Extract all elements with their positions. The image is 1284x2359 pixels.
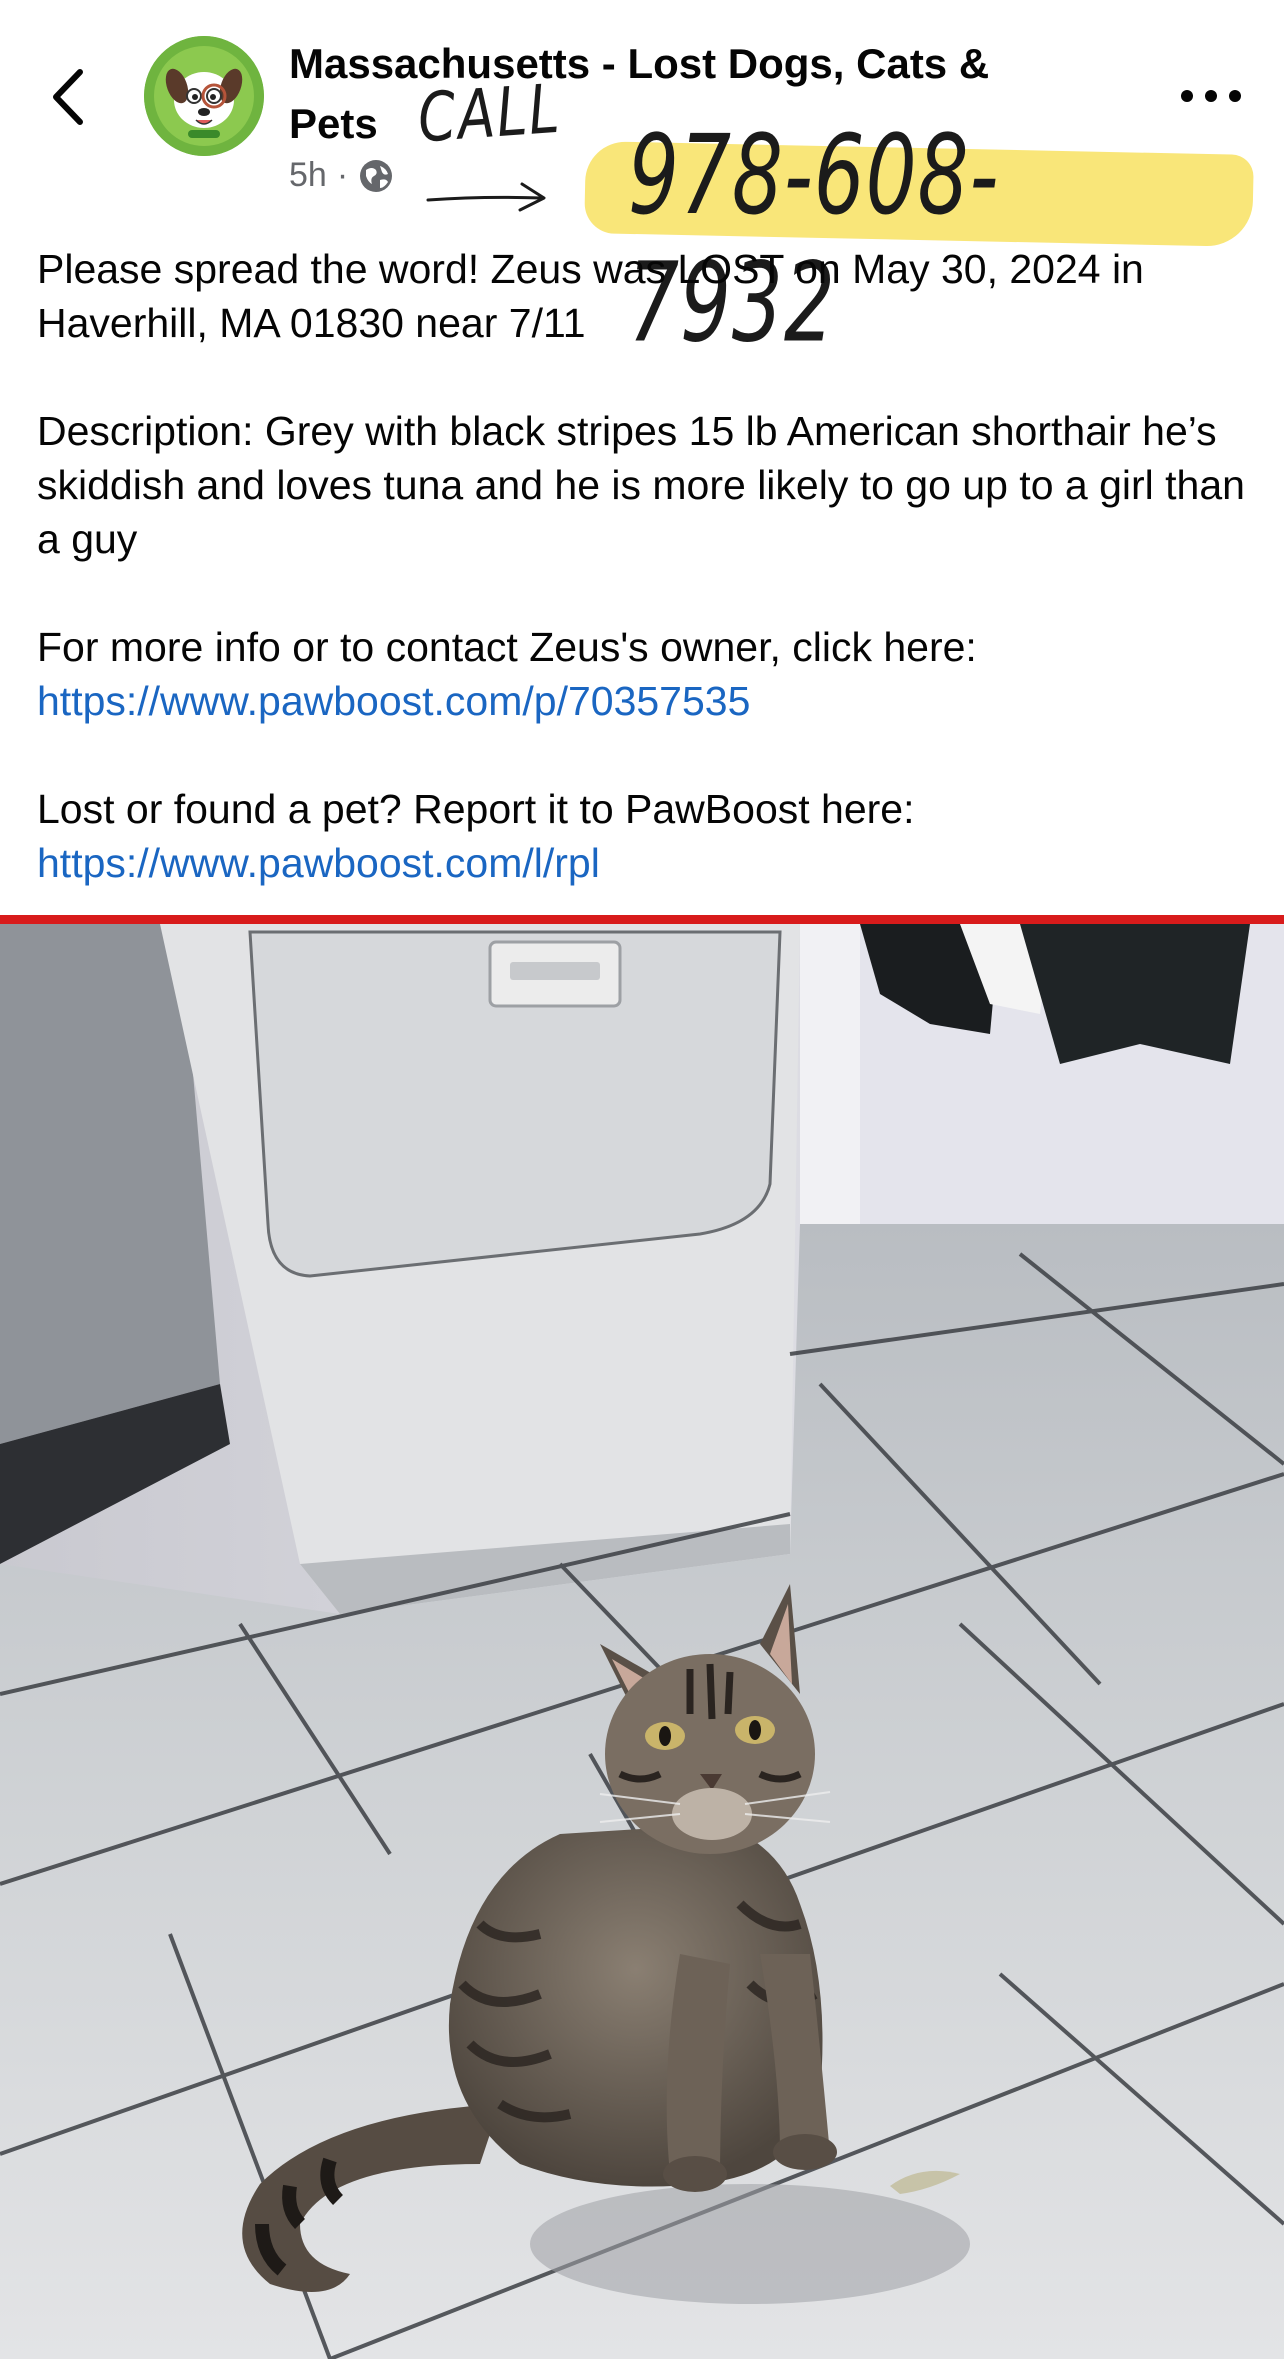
chevron-left-icon bbox=[53, 69, 83, 125]
post-header: Massachusetts - Lost Dogs, Cats & Pets 5… bbox=[0, 0, 1284, 367]
dog-logo-icon bbox=[144, 36, 264, 156]
back-button[interactable] bbox=[36, 52, 106, 142]
handwritten-arrow-icon bbox=[426, 182, 546, 212]
cat-photo[interactable] bbox=[0, 924, 1284, 2359]
more-options-button[interactable] bbox=[1176, 74, 1246, 118]
report-link[interactable]: https://www.pawboost.com/l/rpl bbox=[37, 840, 600, 886]
meta-separator: · bbox=[336, 156, 349, 194]
post-paragraph-report: Lost or found a pet? Report it to PawBoo… bbox=[37, 782, 1257, 890]
post-paragraph-contact: For more info or to contact Zeus's owner… bbox=[37, 620, 1257, 728]
post-body: Please spread the word! Zeus was LOST on… bbox=[37, 242, 1257, 890]
post-time[interactable]: 5h bbox=[289, 156, 327, 195]
more-horizontal-icon bbox=[1181, 90, 1241, 102]
post-paragraph-lost: Please spread the word! Zeus was LOST on… bbox=[37, 246, 1144, 346]
report-prompt: Lost or found a pet? Report it to PawBoo… bbox=[37, 786, 915, 832]
contact-prompt: For more info or to contact Zeus's owner… bbox=[37, 624, 977, 670]
handwritten-call-label: CALL bbox=[415, 69, 564, 158]
contact-link[interactable]: https://www.pawboost.com/p/70357535 bbox=[37, 678, 750, 724]
group-avatar[interactable] bbox=[144, 36, 264, 156]
photo-top-border bbox=[0, 915, 1284, 924]
post-meta: 5h · bbox=[289, 156, 394, 195]
post-paragraph-description: Description: Grey with black stripes 15 … bbox=[37, 408, 1245, 562]
globe-icon bbox=[360, 159, 393, 192]
